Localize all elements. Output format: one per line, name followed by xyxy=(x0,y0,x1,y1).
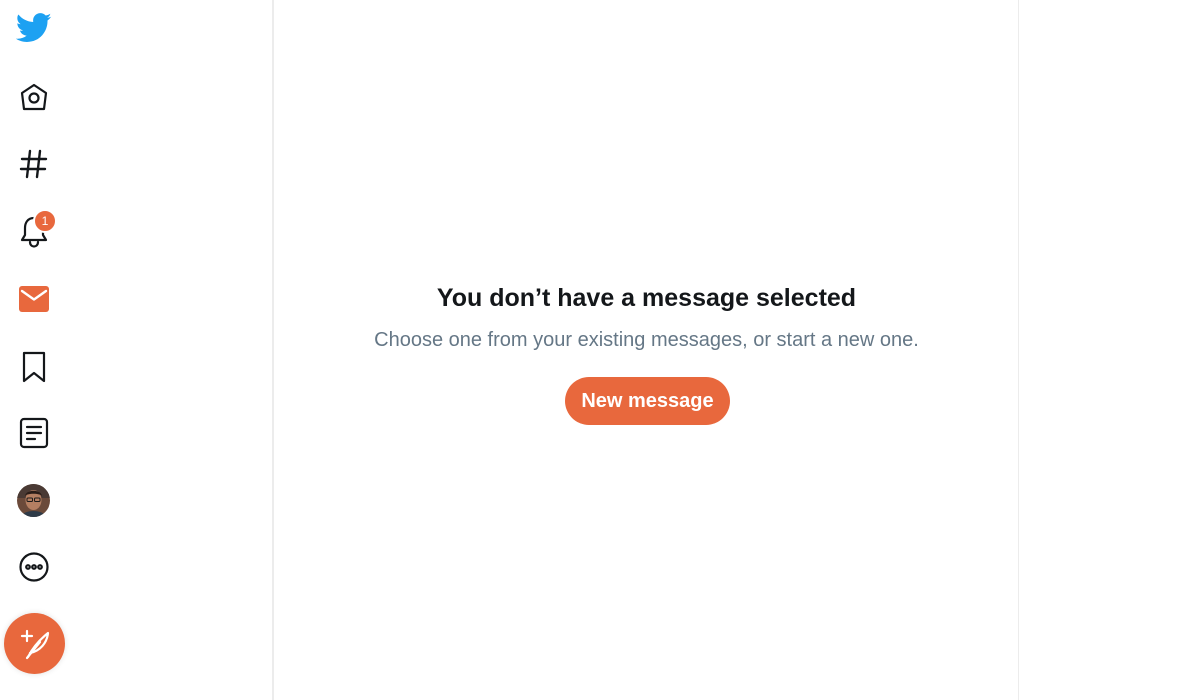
more-icon[interactable] xyxy=(14,548,54,586)
new-message-button[interactable]: New message xyxy=(565,377,730,425)
messages-icon[interactable] xyxy=(14,280,54,318)
twitter-app: 1 You don’t have a message selected Choo… xyxy=(0,0,1200,700)
empty-state-title: You don’t have a message selected xyxy=(436,284,857,312)
notification-badge: 1 xyxy=(33,209,57,233)
explore-icon[interactable] xyxy=(14,145,54,183)
home-icon[interactable] xyxy=(14,78,54,116)
bookmarks-icon[interactable] xyxy=(14,348,54,386)
compose-tweet-button[interactable] xyxy=(4,613,65,674)
empty-state-subtitle: Choose one from your existing messages, … xyxy=(374,329,919,351)
sidebar-nav: 1 xyxy=(0,0,274,700)
profile-avatar[interactable] xyxy=(17,484,50,517)
messages-detail-pane: You don’t have a message selected Choose… xyxy=(274,0,1019,700)
feather-plus-icon xyxy=(20,629,49,659)
twitter-logo-icon[interactable] xyxy=(14,10,54,46)
lists-icon[interactable] xyxy=(14,414,54,452)
